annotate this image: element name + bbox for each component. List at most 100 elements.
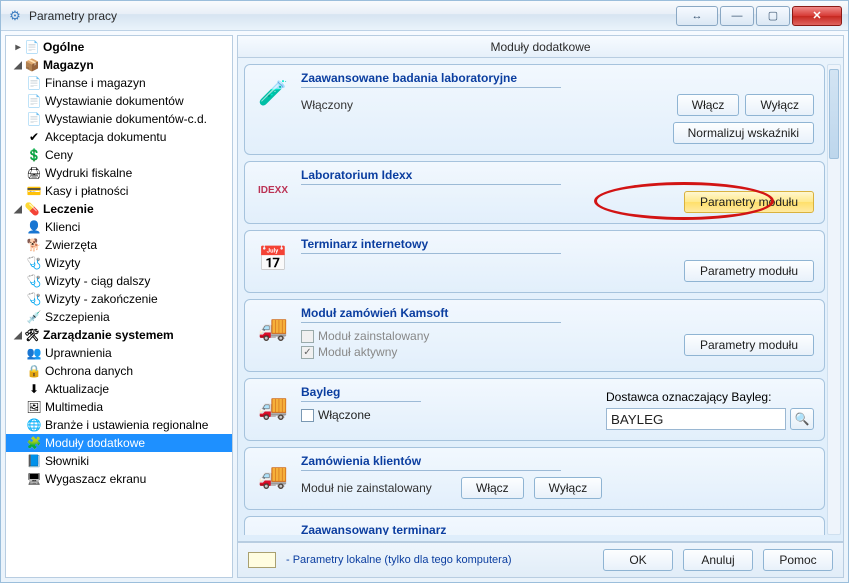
titlebar: ⚙ Parametry pracy ↔ — ▢ ✕ bbox=[1, 1, 848, 31]
disable-button[interactable]: Wyłącz bbox=[534, 477, 603, 499]
tree-item-icon: 💲 bbox=[26, 147, 42, 163]
module-idexx: IDEXX Laboratorium Idexx Parametry moduł… bbox=[244, 161, 825, 224]
footer-hint: - Parametry lokalne (tylko dla tego komp… bbox=[286, 554, 512, 566]
module-params-button[interactable]: Parametry modułu bbox=[684, 260, 814, 282]
module-terminarz: 📅 Terminarz internetowy Parametry modułu bbox=[244, 230, 825, 293]
sidebar-item[interactable]: 🐕Zwierzęta bbox=[6, 236, 232, 254]
sidebar-item[interactable]: 💳Kasy i płatności bbox=[6, 182, 232, 200]
sidebar-item[interactable]: 📄Wystawianie dokumentów-c.d. bbox=[6, 110, 232, 128]
main-header: Moduły dodatkowe bbox=[237, 35, 844, 57]
tree-item-label: Finanse i magazyn bbox=[45, 76, 146, 90]
tree-item-icon: 💉 bbox=[26, 309, 42, 325]
tree-item-icon: 🛠 bbox=[24, 327, 40, 343]
cancel-button[interactable]: Anuluj bbox=[683, 549, 753, 571]
module-title: Zaawansowane badania laboratoryjne bbox=[301, 71, 561, 88]
app-window: ⚙ Parametry pracy ↔ — ▢ ✕ ▸📄Ogólne◢📦Maga… bbox=[0, 0, 849, 583]
sidebar-item[interactable]: 👥Uprawnienia bbox=[6, 344, 232, 362]
installed-checkbox[interactable]: Moduł zainstalowany bbox=[301, 329, 429, 343]
tree-item-icon: 🌐 bbox=[26, 417, 42, 433]
sidebar-item[interactable]: 📄Wystawianie dokumentów bbox=[6, 92, 232, 110]
local-param-swatch bbox=[248, 552, 276, 568]
module-title: Moduł zamówień Kamsoft bbox=[301, 306, 561, 323]
sidebar-item[interactable]: 📄Finanse i magazyn bbox=[6, 74, 232, 92]
main-panel: Moduły dodatkowe 🧪 Zaawansowane badania … bbox=[237, 35, 844, 578]
tree-item-label: Ogólne bbox=[43, 40, 84, 54]
tree-item-label: Moduły dodatkowe bbox=[45, 436, 145, 450]
tree-item-icon: 📄 bbox=[26, 111, 42, 127]
sidebar-item[interactable]: 📘Słowniki bbox=[6, 452, 232, 470]
tree-item-label: Wizyty bbox=[45, 256, 80, 270]
sidebar-item[interactable]: 🩺Wizyty - ciąg dalszy bbox=[6, 272, 232, 290]
expander-icon: ◢ bbox=[12, 330, 24, 341]
tree-item-icon: 🩺 bbox=[26, 255, 42, 271]
module-title: Terminarz internetowy bbox=[301, 237, 561, 254]
tree-item-label: Branże i ustawienia regionalne bbox=[45, 418, 208, 432]
tree-item-icon: 📘 bbox=[26, 453, 42, 469]
tree-item-label: Zarządzanie systemem bbox=[43, 328, 174, 342]
ok-button[interactable]: OK bbox=[603, 549, 673, 571]
sidebar-category[interactable]: ▸📄Ogólne bbox=[6, 38, 232, 56]
sidebar-category[interactable]: ◢🛠Zarządzanie systemem bbox=[6, 326, 232, 344]
tree-item-label: Aktualizacje bbox=[45, 382, 109, 396]
sidebar-item[interactable]: 🩺Wizyty - zakończenie bbox=[6, 290, 232, 308]
checkbox-icon bbox=[301, 330, 314, 343]
module-zam-klient: 🚚 Zamówienia klientów Moduł nie zainstal… bbox=[244, 447, 825, 510]
sidebar-item[interactable]: 🧩Moduły dodatkowe bbox=[6, 434, 232, 452]
tree-item-label: Wygaszacz ekranu bbox=[45, 472, 146, 486]
maximize-button[interactable]: ▢ bbox=[756, 6, 790, 26]
flask-icon: 🧪 bbox=[255, 75, 291, 111]
scrollbar-thumb[interactable] bbox=[829, 69, 839, 159]
sidebar-item[interactable]: 🩺Wizyty bbox=[6, 254, 232, 272]
tree-item-label: Kasy i płatności bbox=[45, 184, 128, 198]
module-adv-term: Zaawansowany terminarz Włączony Włącz Wy… bbox=[244, 516, 825, 535]
sidebar-item[interactable]: 💲Ceny bbox=[6, 146, 232, 164]
sidebar-tree[interactable]: ▸📄Ogólne◢📦Magazyn📄Finanse i magazyn📄Wyst… bbox=[5, 35, 233, 578]
enable-button[interactable]: Włącz bbox=[677, 94, 740, 116]
disable-button[interactable]: Wyłącz bbox=[745, 94, 814, 116]
module-title: Zaawansowany terminarz bbox=[301, 523, 561, 535]
tree-item-icon: 👥 bbox=[26, 345, 42, 361]
expander-icon: ◢ bbox=[12, 60, 24, 71]
sidebar-item[interactable]: ✔Akceptacja dokumentu bbox=[6, 128, 232, 146]
sidebar-item[interactable]: ⬇Aktualizacje bbox=[6, 380, 232, 398]
window-controls: ↔ — ▢ ✕ bbox=[676, 6, 842, 26]
tree-item-label: Klienci bbox=[45, 220, 80, 234]
sidebar-item[interactable]: 🖨Wydruki fiskalne bbox=[6, 164, 232, 182]
tree-item-label: Ceny bbox=[45, 148, 73, 162]
lookup-button[interactable]: 🔍 bbox=[790, 408, 814, 430]
module-params-button[interactable]: Parametry modułu bbox=[684, 191, 814, 213]
vertical-scrollbar[interactable] bbox=[827, 64, 841, 535]
sidebar-item[interactable]: 💉Szczepienia bbox=[6, 308, 232, 326]
enabled-checkbox[interactable]: Włączone bbox=[301, 408, 371, 422]
checkbox-icon bbox=[301, 409, 314, 422]
module-title: Laboratorium Idexx bbox=[301, 168, 561, 185]
magnifier-icon: 🔍 bbox=[795, 412, 810, 426]
sidebar-item[interactable]: 🌐Branże i ustawienia regionalne bbox=[6, 416, 232, 434]
enable-button[interactable]: Włącz bbox=[461, 477, 524, 499]
tree-item-label: Wystawianie dokumentów-c.d. bbox=[45, 112, 207, 126]
sidebar-item[interactable]: 👤Klienci bbox=[6, 218, 232, 236]
nav-backfwd-button[interactable]: ↔ bbox=[676, 6, 718, 26]
footer-bar: - Parametry lokalne (tylko dla tego komp… bbox=[237, 542, 844, 578]
idexx-icon: IDEXX bbox=[255, 172, 291, 208]
active-checkbox[interactable]: ✓ Moduł aktywny bbox=[301, 345, 429, 359]
modules-scroll: 🧪 Zaawansowane badania laboratoryjne Włą… bbox=[244, 64, 825, 535]
sidebar-item[interactable]: 🔒Ochrona danych bbox=[6, 362, 232, 380]
help-button[interactable]: Pomoc bbox=[763, 549, 833, 571]
tree-item-icon: ✔ bbox=[26, 129, 42, 145]
tree-item-label: Leczenie bbox=[43, 202, 94, 216]
close-button[interactable]: ✕ bbox=[792, 6, 842, 26]
sidebar-item[interactable]: 🖥Wygaszacz ekranu bbox=[6, 470, 232, 488]
module-params-button[interactable]: Parametry modułu bbox=[684, 334, 814, 356]
sidebar-item[interactable]: 🖼Multimedia bbox=[6, 398, 232, 416]
tree-item-label: Zwierzęta bbox=[45, 238, 97, 252]
module-title: Zamówienia klientów bbox=[301, 454, 561, 471]
calendar-icon: 📅 bbox=[255, 241, 291, 277]
sidebar-category[interactable]: ◢💊Leczenie bbox=[6, 200, 232, 218]
minimize-button[interactable]: — bbox=[720, 6, 754, 26]
supplier-input[interactable] bbox=[606, 408, 786, 430]
normalize-button[interactable]: Normalizuj wskaźniki bbox=[673, 122, 814, 144]
window-title: Parametry pracy bbox=[29, 9, 117, 23]
sidebar-category[interactable]: ◢📦Magazyn bbox=[6, 56, 232, 74]
tree-item-icon: 🩺 bbox=[26, 273, 42, 289]
